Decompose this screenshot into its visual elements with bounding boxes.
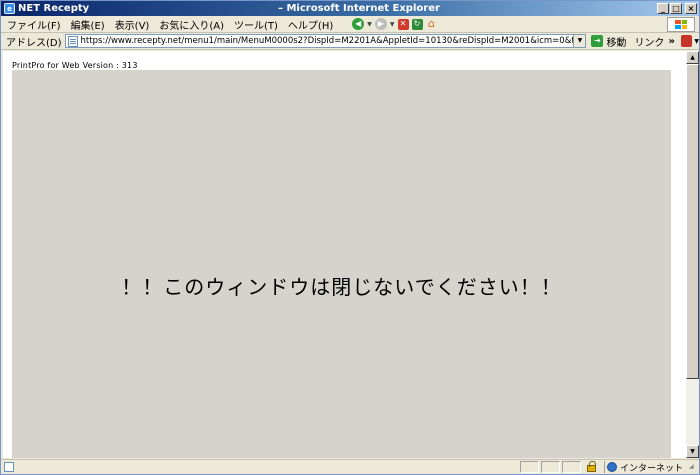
status-bar: インターネット ◢	[1, 459, 699, 474]
address-bar: アドレス(D) https://www.recepty.net/menu1/ma…	[1, 33, 699, 50]
scroll-up-icon[interactable]: ▲	[686, 51, 699, 64]
forward-icon[interactable]: ▶	[374, 18, 387, 30]
scroll-thumb[interactable]	[686, 64, 699, 379]
page-icon	[67, 35, 78, 47]
menu-view[interactable]: 表示(V)	[110, 17, 155, 32]
menu-file[interactable]: ファイル(F)	[1, 17, 66, 32]
links-more-icon[interactable]: »	[668, 36, 674, 47]
address-url[interactable]: https://www.recepty.net/menu1/main/MenuM…	[81, 36, 574, 46]
window-controls: _ □ ×	[657, 3, 697, 14]
title-bar: e NET Recepty – Microsoft Internet Explo…	[1, 1, 699, 16]
toolbar-extra-icon[interactable]	[680, 35, 693, 47]
browser-window: e NET Recepty – Microsoft Internet Explo…	[0, 0, 700, 475]
status-pane	[540, 461, 560, 473]
applet-panel: ！！このウィンドウは閉じないでください！！	[12, 70, 671, 458]
home-icon[interactable]: ⌂	[426, 18, 438, 30]
go-arrow-icon: ➜	[591, 35, 604, 47]
refresh-icon[interactable]: ↻	[411, 18, 423, 30]
address-label: アドレス(D)	[6, 37, 62, 49]
warning-message: ！！このウィンドウは閉じないでください！！	[121, 274, 562, 299]
lock-icon[interactable]	[584, 461, 600, 473]
minimize-button[interactable]: _	[657, 3, 669, 14]
windows-logo-icon	[667, 17, 695, 32]
toolbar-extra-dropdown-icon[interactable]: ▼	[694, 38, 699, 45]
go-label: 移動	[606, 37, 627, 49]
address-input[interactable]: https://www.recepty.net/menu1/main/MenuM…	[64, 34, 587, 48]
app-title: NET Recepty	[18, 3, 90, 14]
back-icon[interactable]: ◀	[352, 18, 365, 30]
menu-help[interactable]: ヘルプ(H)	[283, 17, 338, 32]
go-button[interactable]: ➜ 移動	[591, 34, 626, 49]
menu-tools[interactable]: ツール(T)	[229, 17, 283, 32]
status-pane	[561, 461, 581, 473]
address-dropdown-icon[interactable]: ▼	[573, 35, 586, 47]
links-button[interactable]: リンク	[634, 34, 664, 49]
status-pane	[519, 461, 539, 473]
menu-bar: ファイル(F) 編集(E) 表示(V) お気に入り(A) ツール(T) ヘルプ(…	[1, 16, 699, 33]
vertical-scrollbar[interactable]: ▲ ▼	[686, 51, 699, 458]
menu-edit[interactable]: 編集(E)	[66, 17, 110, 32]
browser-title: – Microsoft Internet Explorer	[278, 3, 440, 14]
resize-grip-icon[interactable]: ◢	[689, 461, 699, 473]
ie-app-icon[interactable]: e	[4, 3, 15, 14]
forward-dropdown-icon[interactable]: ▼	[390, 21, 395, 28]
stop-icon[interactable]: ✕	[397, 18, 409, 30]
globe-icon	[606, 462, 617, 472]
maximize-button[interactable]: □	[670, 3, 682, 14]
back-dropdown-icon[interactable]: ▼	[367, 21, 372, 28]
close-button[interactable]: ×	[685, 3, 697, 14]
status-page-icon	[4, 462, 14, 472]
zone-label: インターネット	[619, 463, 683, 474]
security-zone[interactable]: インターネット	[603, 461, 689, 474]
scroll-down-icon[interactable]: ▼	[686, 445, 699, 458]
nav-toolbar: ◀ ▼ ▶ ▼ ✕ ↻ ⌂	[352, 18, 437, 30]
page-content: PrintPro for Web Version : 313 ！！このウィンドウ…	[3, 51, 686, 458]
menu-favorites[interactable]: お気に入り(A)	[154, 17, 229, 32]
version-label: PrintPro for Web Version : 313	[12, 61, 138, 70]
